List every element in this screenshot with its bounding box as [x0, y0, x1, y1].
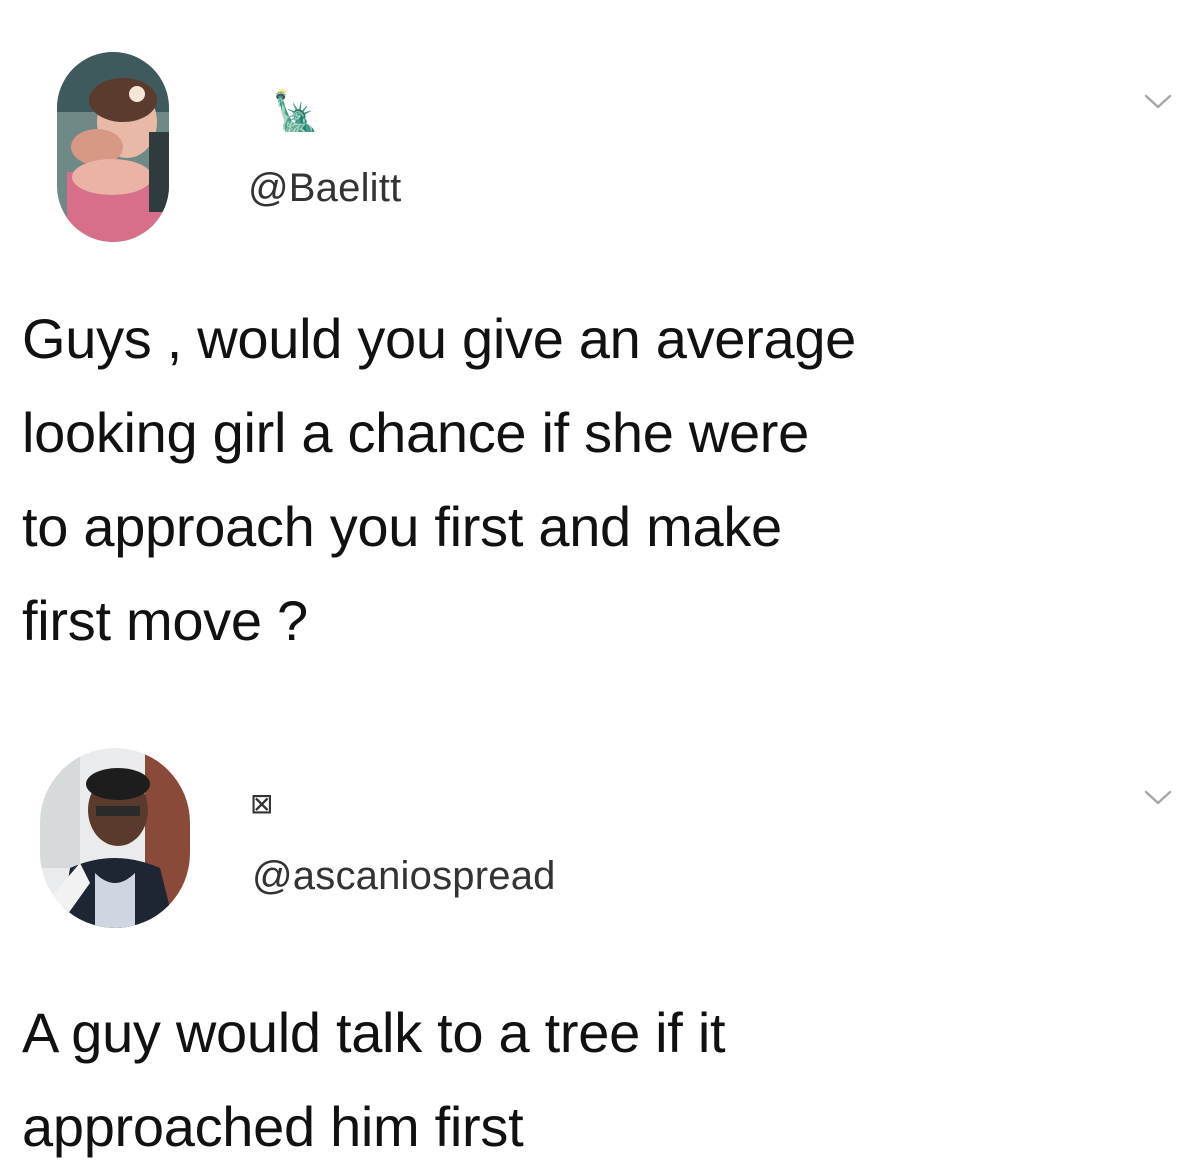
- user-handle[interactable]: @ascaniospread: [252, 856, 556, 896]
- chevron-down-icon[interactable]: [1143, 788, 1173, 808]
- avatar[interactable]: [57, 52, 169, 242]
- tweet-text: A guy would talk to a tree if it approac…: [22, 1001, 726, 1158]
- display-name[interactable]: ⊠: [250, 790, 273, 818]
- display-name[interactable]: 🗽: [272, 92, 319, 130]
- chevron-down-icon[interactable]: [1143, 92, 1173, 112]
- user-handle[interactable]: @Baelitt: [248, 168, 401, 208]
- tweet-card: ⊠ @ascaniospread A guy would talk to a t…: [0, 700, 1200, 1170]
- avatar[interactable]: [40, 748, 190, 928]
- tweet-text: Guys , would you give an average looking…: [22, 307, 857, 652]
- profile-photo-woman: [57, 52, 169, 242]
- profile-photo-man: [40, 748, 190, 928]
- tweet-card: 🗽 @Baelitt Guys , would you give an aver…: [0, 0, 1200, 700]
